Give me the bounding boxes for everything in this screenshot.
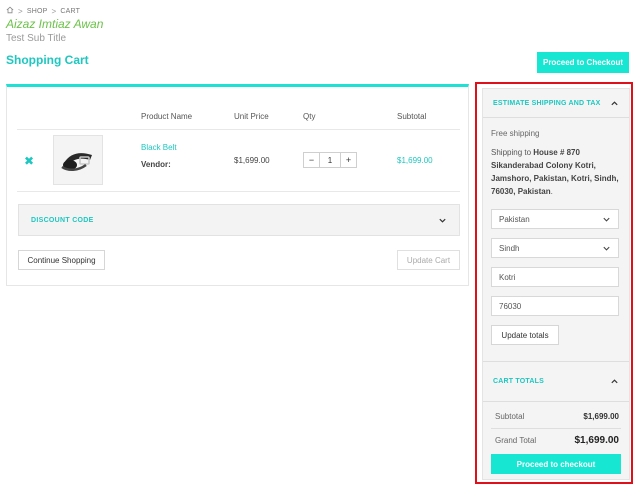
postcode-value: 76030 — [499, 301, 522, 311]
home-icon[interactable] — [6, 6, 14, 16]
quantity-increase-button[interactable]: + — [340, 153, 356, 167]
unit-price: $1,699.00 — [234, 156, 270, 165]
cart-sidebar: ESTIMATE SHIPPING AND TAX Free shipping … — [482, 88, 630, 480]
grand-total-row: Grand Total $1,699.00 — [495, 435, 619, 446]
discount-code-toggle[interactable]: DISCOUNT CODE — [18, 204, 460, 236]
product-thumbnail[interactable] — [53, 135, 103, 185]
grand-total-value: $1,699.00 — [574, 435, 620, 446]
state-value: Sindh — [499, 243, 520, 253]
chevron-up-icon — [611, 378, 618, 383]
country-value: Pakistan — [499, 214, 530, 224]
site-title[interactable]: Aizaz Imtiaz Awan — [6, 17, 103, 31]
subtotal-label: Subtotal — [495, 412, 525, 421]
subtotal-row: Subtotal $1,699.00 — [495, 412, 619, 421]
quantity-stepper: − 1 + — [303, 152, 357, 168]
postcode-input[interactable]: 76030 — [491, 296, 619, 316]
country-select[interactable]: Pakistan — [491, 209, 619, 229]
totals-divider — [491, 428, 621, 429]
update-cart-button[interactable]: Update Cart — [397, 250, 460, 270]
header-divider — [17, 129, 460, 130]
line-subtotal: $1,699.00 — [397, 156, 433, 165]
city-value: Kotri — [499, 272, 516, 282]
breadcrumb-shop[interactable]: SHOP — [27, 8, 48, 15]
shipping-address-end: . — [550, 187, 553, 196]
proceed-to-checkout-button[interactable]: Proceed to Checkout — [537, 52, 629, 73]
chevron-up-icon — [611, 100, 618, 105]
section-divider — [483, 361, 629, 362]
section-divider — [483, 117, 629, 118]
breadcrumb-cart: CART — [60, 7, 81, 15]
city-input[interactable]: Kotri — [491, 267, 619, 287]
continue-shopping-button[interactable]: Continue Shopping — [18, 250, 105, 270]
grand-total-label: Grand Total — [495, 436, 537, 445]
quantity-input[interactable]: 1 — [320, 153, 340, 167]
product-name-link[interactable]: Black Belt — [141, 143, 177, 152]
cart-totals-toggle[interactable]: CART TOTALS — [483, 367, 629, 395]
update-totals-button[interactable]: Update totals — [491, 325, 559, 345]
page-title: Shopping Cart — [6, 53, 89, 67]
row-divider — [17, 191, 460, 192]
header-product-name: Product Name — [141, 112, 193, 121]
estimate-shipping-title: ESTIMATE SHIPPING AND TAX — [493, 99, 601, 107]
site-sub-title: Test Sub Title — [6, 33, 67, 44]
header-unit-price: Unit Price — [234, 112, 269, 121]
chevron-down-icon — [439, 218, 446, 223]
state-select[interactable]: Sindh — [491, 238, 619, 258]
chevron-down-icon — [603, 217, 610, 222]
quantity-decrease-button[interactable]: − — [304, 153, 320, 167]
breadcrumb: > SHOP > CART — [6, 6, 80, 16]
vendor-label: Vendor: — [141, 160, 171, 169]
sidebar-proceed-to-checkout-button[interactable]: Proceed to checkout — [491, 454, 621, 474]
cart-totals-title: CART TOTALS — [493, 377, 544, 385]
shipping-method: Free shipping — [491, 129, 540, 138]
shipping-address: Shipping to House # 870 Sikanderabad Col… — [491, 146, 623, 198]
breadcrumb-separator: > — [18, 6, 23, 16]
header-qty: Qty — [303, 112, 316, 121]
remove-icon[interactable]: ✖ — [24, 154, 34, 168]
cart-panel: Product Name Unit Price Qty Subtotal ✖ B… — [6, 84, 469, 286]
discount-code-label: DISCOUNT CODE — [31, 216, 94, 224]
header-subtotal: Subtotal — [397, 112, 427, 121]
subtotal-value: $1,699.00 — [583, 412, 619, 421]
breadcrumb-separator: > — [51, 6, 57, 16]
estimate-shipping-toggle[interactable]: ESTIMATE SHIPPING AND TAX — [483, 89, 629, 117]
section-divider — [483, 401, 629, 402]
belt-image — [61, 153, 92, 171]
shipping-to-prefix: Shipping to — [491, 148, 534, 157]
chevron-down-icon — [603, 246, 610, 251]
